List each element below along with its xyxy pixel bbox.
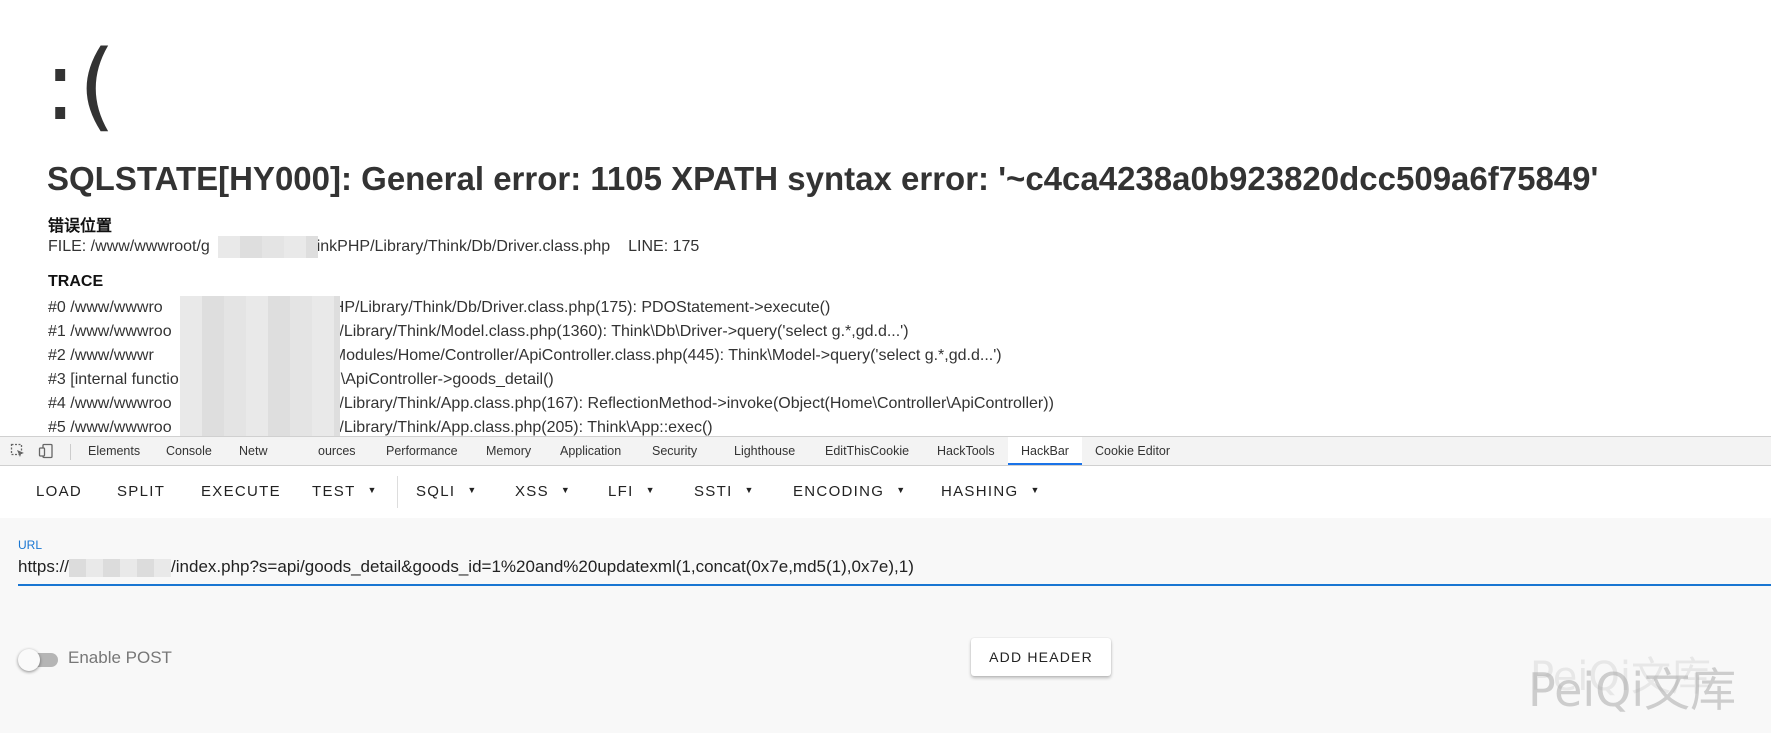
ssti-menu-button[interactable]: SSTI ▼ (694, 466, 755, 518)
error-title: SQLSTATE[HY000]: General error: 1105 XPA… (47, 160, 1599, 197)
toolbar-separator (70, 444, 71, 460)
url-label: URL (18, 538, 43, 552)
lfi-menu-button[interactable]: LFI ▼ (608, 466, 656, 518)
tab-sources[interactable]: ources (316, 437, 358, 465)
tab-security[interactable]: Security (650, 437, 699, 465)
caret-down-icon: ▼ (896, 485, 907, 496)
execute-button[interactable]: EXECUTE (201, 466, 281, 518)
trace-line-0: #0 /www/wwwro:PHP/Library/Think/Db/Drive… (48, 299, 831, 316)
toolbar-divider (397, 476, 398, 508)
caret-down-icon: ▼ (744, 485, 755, 496)
location-heading: 错误位置 (48, 218, 113, 235)
caret-down-icon: ▼ (560, 485, 572, 496)
tab-network[interactable]: Netw (237, 437, 269, 465)
url-field[interactable]: https:// /index.php?s=api/goods_detail&go… (18, 557, 914, 577)
file-location: FILE: /www/wwwroot/g hinkPHP/Library/Thin… (48, 238, 699, 256)
trace-heading: TRACE (48, 273, 104, 290)
line-label: LINE: 175 (628, 238, 700, 255)
test-menu-button[interactable]: TEST ▼ (312, 466, 378, 518)
redacted-host (69, 558, 172, 577)
url-field-underline (18, 584, 1771, 586)
device-toolbar-icon[interactable] (38, 443, 54, 459)
hackbar-panel: LOAD SPLIT EXECUTE TEST ▼ SQLI ▼ XSS ▼ LFI ▼… (0, 466, 1771, 733)
url-prefix: https:// (18, 557, 70, 576)
toggle-knob (18, 649, 40, 671)
tab-console[interactable]: Console (164, 437, 214, 465)
sqli-menu-button[interactable]: SQLI ▼ (416, 466, 478, 518)
tab-elements[interactable]: Elements (86, 437, 142, 465)
file-path: hinkPHP/Library/Think/Db/Driver.class.ph… (307, 238, 611, 255)
tab-editthiscookie[interactable]: EditThisCookie (823, 437, 911, 465)
enable-post-toggle[interactable] (18, 648, 60, 671)
enable-post-label: Enable POST (68, 648, 172, 667)
load-button[interactable]: LOAD (36, 466, 82, 518)
error-page: :( SQLSTATE[HY000]: General error: 1105 … (0, 0, 1771, 436)
tab-cookie-editor[interactable]: Cookie Editor (1093, 437, 1172, 465)
file-label: FILE: /www/wwwroot/g (48, 238, 210, 255)
caret-down-icon: ▼ (367, 485, 378, 496)
tab-memory[interactable]: Memory (484, 437, 533, 465)
hashing-menu-button[interactable]: HASHING ▼ (941, 466, 1041, 518)
redaction-blur (218, 236, 318, 258)
watermark: PeiQi文库 (1528, 663, 1737, 717)
tab-hackbar[interactable]: HackBar (1008, 437, 1082, 465)
hackbar-toolbar: LOAD SPLIT EXECUTE TEST ▼ SQLI ▼ XSS ▼ LFI ▼… (0, 466, 1771, 518)
caret-down-icon: ▼ (1030, 485, 1041, 496)
url-path: /index.php?s=api/goods_detail&goods_id=1… (171, 557, 914, 576)
split-button[interactable]: SPLIT (117, 466, 165, 518)
tab-hacktools[interactable]: HackTools (935, 437, 997, 465)
tab-application[interactable]: Application (558, 437, 623, 465)
trace-line-5: #5 /www/wwwroo nkPHP/Library/Think/App.cl… (48, 419, 713, 436)
xss-menu-button[interactable]: XSS ▼ (515, 466, 571, 518)
redaction-blur (180, 296, 340, 436)
tab-performance[interactable]: Performance (384, 437, 460, 465)
add-header-button[interactable]: ADD HEADER (971, 638, 1111, 676)
caret-down-icon: ▼ (645, 485, 656, 496)
devtools-tab-strip: Elements Console Netw ources Performance… (0, 436, 1771, 466)
encoding-menu-button[interactable]: ENCODING ▼ (793, 466, 906, 518)
tab-lighthouse[interactable]: Lighthouse (732, 437, 797, 465)
trace-line-1: #1 /www/wwwroo nkPHP/Library/Think/Model.… (48, 323, 909, 340)
sad-face: :( (44, 30, 118, 142)
inspect-element-icon[interactable] (10, 443, 26, 459)
caret-down-icon: ▼ (467, 485, 478, 496)
